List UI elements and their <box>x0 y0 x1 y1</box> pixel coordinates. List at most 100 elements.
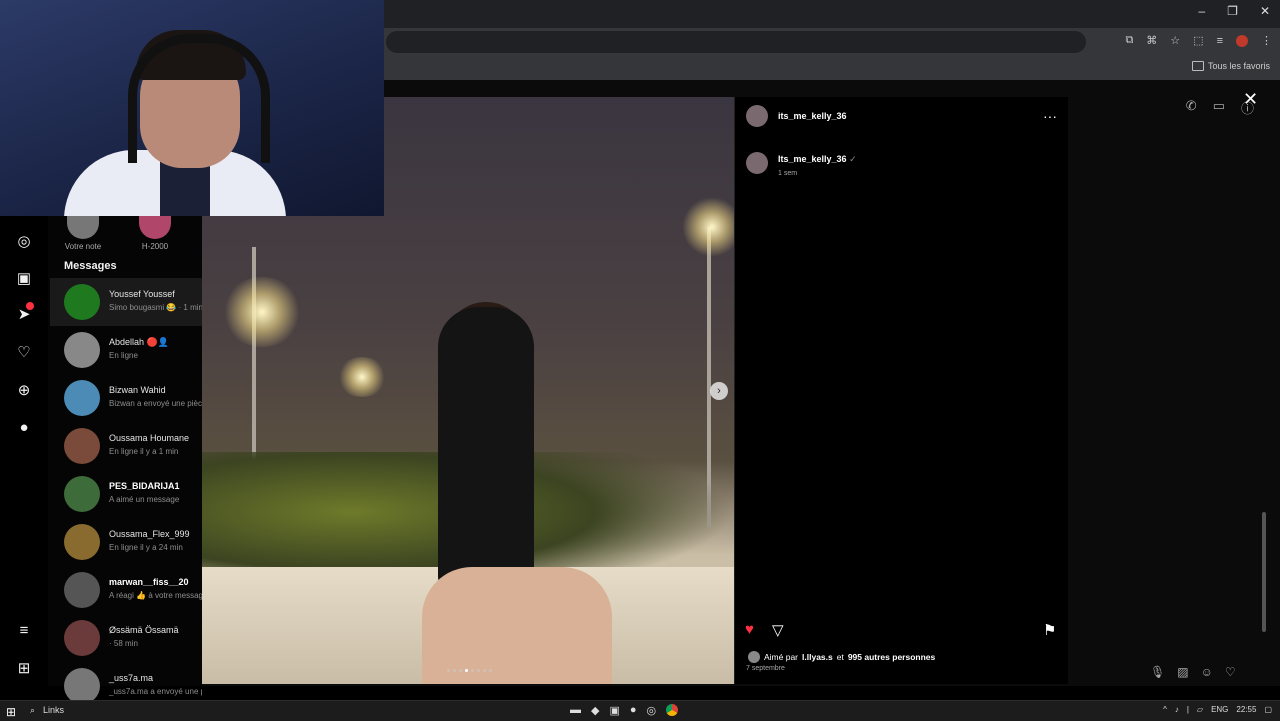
network-icon[interactable]: ▱ <box>1197 705 1203 714</box>
thread-name: Youssef Youssef <box>109 289 175 299</box>
caption-avatar[interactable] <box>746 152 768 174</box>
thread-preview: A aimé un message <box>109 495 180 504</box>
search-icon: ⌕ <box>30 705 36 715</box>
carousel-dot <box>489 669 492 672</box>
thread-row[interactable]: Abdellah 🔴👤 En ligne <box>50 326 202 374</box>
note-friend[interactable]: H-2000 <box>132 215 178 251</box>
send-icon[interactable]: ▽ <box>772 621 784 639</box>
translate-icon[interactable]: ⌘ <box>1146 34 1157 47</box>
maximize-button[interactable]: ❐ <box>1227 4 1238 18</box>
folder-icon <box>1191 61 1204 71</box>
image-icon[interactable]: ▨ <box>1177 665 1188 679</box>
thread-row[interactable]: Oussama Houmane En ligne il y a 1 min <box>50 422 202 470</box>
caption-username-text: Its_me_kelly_36 <box>778 154 847 164</box>
search-label: Links <box>43 705 65 715</box>
media-icon[interactable]: ≡ <box>1217 35 1223 47</box>
thread-name: _uss7a.ma <box>109 673 154 683</box>
mic-icon[interactable]: 🎙 <box>1150 665 1165 679</box>
clock[interactable]: 22:55 <box>1236 705 1256 714</box>
heart-filled-icon[interactable]: ♥ <box>745 621 754 638</box>
profile-avatar[interactable] <box>1236 34 1248 47</box>
app-icon[interactable]: ◎ <box>647 704 657 717</box>
create-icon[interactable]: ⊕ <box>14 381 34 401</box>
close-window-button[interactable]: ✕ <box>1260 4 1270 18</box>
app-icon[interactable]: ◆ <box>591 704 599 717</box>
scrollbar[interactable] <box>1262 512 1266 632</box>
thread-name: Bizwan Wahid <box>109 385 166 395</box>
thread-name: Øssämä Össamä <box>109 625 179 635</box>
liked-conj: et <box>836 652 844 662</box>
chrome-icon[interactable] <box>666 704 679 716</box>
carousel-dot <box>447 669 450 672</box>
avatar <box>64 380 100 416</box>
post-details-panel <box>734 97 1068 684</box>
author-avatar[interactable] <box>746 105 768 127</box>
address-bar[interactable] <box>386 31 1086 53</box>
star-icon[interactable]: ☆ <box>1170 34 1180 47</box>
notifications-icon[interactable]: ▢ <box>1264 705 1272 714</box>
profile-icon[interactable]: ● <box>14 418 34 438</box>
phone-icon[interactable]: ✆ <box>1186 98 1197 117</box>
thread-preview: En ligne il y a 1 min <box>109 447 179 456</box>
thread-preview: · 58 min <box>109 639 138 648</box>
chevron-up-icon[interactable]: ^ <box>1163 705 1167 714</box>
thread-row[interactable]: Øssämä Össamä · 58 min <box>50 614 202 662</box>
lamp-glow <box>337 357 387 397</box>
windows-start-icon[interactable]: ⊞ <box>6 705 16 719</box>
avatar <box>64 524 100 560</box>
carousel-dot <box>471 669 474 672</box>
install-icon[interactable]: ⧉ <box>1125 34 1133 47</box>
compass-icon[interactable]: ◎ <box>14 232 34 252</box>
thread-row[interactable]: marwan__fiss__20 A réagi 👍 à votre messag… <box>50 566 202 614</box>
post-username[interactable]: its_me_kelly_36 <box>778 111 847 121</box>
avatar <box>64 428 100 464</box>
app-icon[interactable]: ▣ <box>609 704 619 717</box>
liked-user[interactable]: l.llyas.s <box>802 652 833 662</box>
mic-icon[interactable]: | <box>1187 705 1189 714</box>
webcam-overlay <box>0 0 384 216</box>
carousel-dot <box>459 669 462 672</box>
avatar <box>64 284 100 320</box>
thread-preview: En ligne il y a 24 min <box>109 543 183 552</box>
note-label: H-2000 <box>141 242 169 251</box>
app-icon[interactable]: ▬ <box>570 704 581 717</box>
thread-row[interactable]: Oussama_Flex_999 En ligne il y a 24 min <box>50 518 202 566</box>
menu-icon[interactable]: ≡ <box>14 621 34 641</box>
note-own[interactable]: Votre note <box>60 215 106 251</box>
caption-username[interactable]: Its_me_kelly_36 ✓ <box>778 154 857 165</box>
caption-time: 1 sem <box>778 170 798 177</box>
bookmark-icon[interactable]: ⚑ <box>1043 621 1056 639</box>
thread-row[interactable]: Bizwan Wahid Bizwan a envoyé une pièce <box>50 374 202 422</box>
avatar <box>64 476 100 512</box>
close-icon[interactable]: ✕ <box>1243 89 1258 110</box>
avatar <box>139 215 171 239</box>
thread-name: Oussama_Flex_999 <box>109 529 190 539</box>
chevron-right-icon[interactable]: › <box>710 382 728 400</box>
chat-input-icons: 🎙 ▨ ☺ ♡ <box>1150 665 1236 679</box>
sticker-icon[interactable]: ☺ <box>1201 665 1213 679</box>
all-bookmarks[interactable]: Tous les favoris <box>1191 61 1270 71</box>
avatar <box>64 668 100 704</box>
reels-icon[interactable]: ▣ <box>14 269 34 289</box>
likes-summary[interactable]: Aimé par l.llyas.s et 995 autres personn… <box>748 651 935 663</box>
thread-name: Oussama Houmane <box>109 433 190 443</box>
threads-icon[interactable]: ⊞ <box>14 659 34 679</box>
more-icon[interactable]: ⋮ <box>1261 34 1272 47</box>
video-icon[interactable]: ▭ <box>1213 98 1225 117</box>
extensions-icon[interactable]: ⬚ <box>1193 34 1203 47</box>
heart-icon[interactable]: ♡ <box>1225 665 1236 679</box>
volume-icon[interactable]: ♪ <box>1175 705 1179 714</box>
minimize-button[interactable]: – <box>1198 4 1205 18</box>
language[interactable]: ENG <box>1211 705 1228 714</box>
app-icon[interactable]: ● <box>630 704 637 717</box>
verified-icon: ✓ <box>849 154 857 164</box>
all-bookmarks-label: Tous les favoris <box>1207 61 1270 71</box>
taskbar-search[interactable]: ⌕ Links <box>30 705 64 716</box>
more-options-icon[interactable]: ··· <box>1043 108 1057 124</box>
liked-others[interactable]: 995 autres personnes <box>848 652 935 662</box>
window-controls: – ❐ ✕ <box>1198 4 1270 18</box>
heart-icon[interactable]: ♡ <box>14 343 34 363</box>
thread-preview: Bizwan a envoyé une pièce <box>109 399 202 408</box>
thread-row[interactable]: Youssef Youssef Simo bougasmi 😂 · 1 min <box>50 278 202 326</box>
thread-row[interactable]: PES_BIDARIJA1 A aimé un message <box>50 470 202 518</box>
